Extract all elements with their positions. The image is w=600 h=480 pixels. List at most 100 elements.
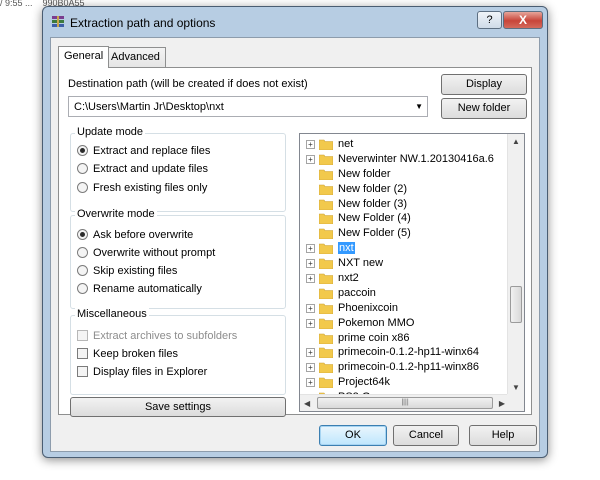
radio-selected-icon[interactable] — [77, 145, 88, 156]
expand-plus-icon[interactable]: + — [306, 244, 315, 254]
winrar-icon — [52, 16, 64, 27]
radio-extract-update[interactable]: Extract and update files — [77, 163, 208, 177]
radio-icon[interactable] — [77, 182, 88, 193]
expand-plus-icon[interactable]: + — [306, 348, 315, 358]
folder-tree-item[interactable]: + nxt — [300, 241, 508, 256]
horizontal-scrollbar[interactable]: ◀ |||| ▶ — [300, 394, 509, 411]
folder-tree-item[interactable]: + net — [300, 137, 508, 152]
radio-label: Fresh existing files only — [93, 182, 208, 194]
display-button[interactable]: Display — [441, 74, 527, 95]
checkbox-icon — [77, 330, 88, 341]
folder-tree-item[interactable]: + Neverwinter NW.1.20130416a.6 — [300, 152, 508, 167]
checkbox-icon[interactable] — [77, 366, 88, 377]
expand-plus-icon[interactable]: + — [306, 363, 315, 373]
radio-label: Skip existing files — [93, 265, 178, 277]
expand-plus-icon[interactable]: + — [306, 140, 315, 149]
checkbox-extract-subfolders: Extract archives to subfolders — [77, 330, 237, 344]
help-button[interactable]: Help — [469, 425, 537, 446]
folder-tree-item[interactable]: + nxt2 — [300, 271, 508, 286]
scroll-right-icon[interactable]: ▶ — [499, 399, 505, 408]
radio-skip-existing[interactable]: Skip existing files — [77, 265, 177, 279]
destination-path-value[interactable]: C:\Users\Martin Jr\Desktop\nxt — [74, 101, 224, 113]
folder-tree-item[interactable]: New folder (3) — [300, 197, 508, 212]
radio-label: Extract and update files — [93, 163, 208, 175]
folder-tree-item[interactable]: New folder — [300, 167, 508, 182]
radio-icon[interactable] — [77, 283, 88, 294]
radio-selected-icon[interactable] — [77, 229, 88, 240]
tab-advanced[interactable]: Advanced — [105, 47, 166, 67]
radio-fresh-existing[interactable]: Fresh existing files only — [77, 182, 207, 196]
radio-icon[interactable] — [77, 247, 88, 258]
folder-icon — [319, 288, 333, 299]
folder-icon — [319, 258, 333, 270]
expand-plus-icon[interactable]: + — [306, 259, 315, 269]
folder-tree-item-label: primecoin-0.1.2-hp11-winx64 — [338, 346, 480, 359]
folder-tree-item-label: prime coin x86 — [338, 331, 410, 344]
dialog-body: General Advanced Destination path (will … — [50, 37, 540, 452]
miscellaneous-group: Miscellaneous Extract archives to subfol… — [70, 308, 286, 395]
expand-plus-icon[interactable]: + — [306, 274, 315, 284]
destination-path-combo[interactable]: C:\Users\Martin Jr\Desktop\nxt ▼ — [68, 96, 428, 117]
folder-tree-item[interactable]: + primecoin-0.1.2-hp11-winx64 — [300, 345, 508, 360]
radio-icon[interactable] — [77, 265, 88, 276]
checkbox-keep-broken[interactable]: Keep broken files — [77, 348, 178, 362]
folder-tree-item[interactable]: + Pokemon MMO — [300, 316, 508, 331]
folder-icon — [319, 303, 333, 314]
radio-label: Extract and replace files — [93, 145, 211, 157]
checkbox-label: Keep broken files — [93, 348, 178, 360]
folder-tree-item-label: Pokemon MMO — [338, 316, 415, 329]
radio-ask-before[interactable]: Ask before overwrite — [77, 229, 193, 243]
folder-tree[interactable]: + net + Neverwinter NW.1.20130416a.6 New fol… — [299, 133, 525, 412]
new-folder-button[interactable]: New folder — [441, 98, 527, 119]
title-help-button[interactable]: ? — [477, 11, 502, 29]
dialog-title: Extraction path and options — [70, 16, 216, 30]
expand-plus-icon[interactable]: + — [306, 378, 315, 388]
folder-icon — [319, 273, 333, 285]
checkbox-display-explorer[interactable]: Display files in Explorer — [77, 366, 207, 380]
ok-button[interactable]: OK — [319, 425, 387, 446]
folder-icon — [319, 139, 333, 150]
close-button[interactable]: X — [503, 11, 543, 29]
save-settings-button[interactable]: Save settings — [70, 397, 286, 417]
overwrite-mode-title: Overwrite mode — [75, 208, 157, 220]
radio-overwrite-without-prompt[interactable]: Overwrite without prompt — [77, 247, 215, 261]
folder-tree-item-label: nxt — [338, 242, 355, 255]
dropdown-arrow-icon[interactable]: ▼ — [415, 102, 423, 111]
vertical-scroll-thumb[interactable] — [510, 286, 522, 323]
folder-icon — [319, 348, 333, 359]
folder-tree-item[interactable]: + Project64k — [300, 375, 508, 390]
folder-tree-item[interactable]: New Folder (5) — [300, 226, 508, 241]
folder-tree-item-label: nxt2 — [338, 272, 359, 285]
folder-tree-item-label: New folder (2) — [338, 182, 408, 195]
folder-tree-item[interactable]: New Folder (4) — [300, 211, 508, 226]
folder-tree-item[interactable]: + NXT new — [300, 256, 508, 271]
folder-tree-item[interactable]: New folder (2) — [300, 182, 508, 197]
folder-icon — [319, 333, 333, 344]
scroll-down-icon[interactable]: ▼ — [512, 383, 520, 392]
title-bar[interactable]: Extraction path and options ? X — [43, 7, 547, 37]
radio-rename-auto[interactable]: Rename automatically — [77, 283, 202, 297]
folder-tree-item[interactable]: paccoin — [300, 286, 508, 301]
radio-extract-replace[interactable]: Extract and replace files — [77, 145, 210, 159]
expand-plus-icon[interactable]: + — [306, 154, 315, 164]
folder-tree-item[interactable]: prime coin x86 — [300, 331, 508, 346]
folder-tree-item-label: paccoin — [338, 286, 376, 299]
miscellaneous-title: Miscellaneous — [75, 308, 149, 320]
radio-icon[interactable] — [77, 163, 88, 174]
cancel-button[interactable]: Cancel — [393, 425, 459, 446]
radio-label: Ask before overwrite — [93, 229, 194, 241]
folder-tree-item-label: net — [338, 138, 354, 150]
checkbox-icon[interactable] — [77, 348, 88, 359]
expand-plus-icon[interactable]: + — [306, 303, 315, 313]
scroll-up-icon[interactable]: ▲ — [512, 137, 520, 146]
folder-tree-item[interactable]: + Phoenixcoin — [300, 301, 508, 316]
folder-icon — [319, 229, 333, 240]
horizontal-scroll-thumb[interactable]: |||| — [317, 397, 493, 409]
tab-general[interactable]: General — [58, 46, 110, 68]
checkbox-label: Extract archives to subfolders — [93, 330, 238, 342]
general-panel: Destination path (will be created if doe… — [58, 67, 532, 417]
expand-plus-icon[interactable]: + — [306, 318, 315, 328]
folder-tree-item[interactable]: + primecoin-0.1.2-hp11-winx86 — [300, 360, 508, 375]
vertical-scrollbar[interactable]: ▲ ▼ — [507, 134, 524, 395]
scroll-left-icon[interactable]: ◀ — [304, 399, 310, 408]
